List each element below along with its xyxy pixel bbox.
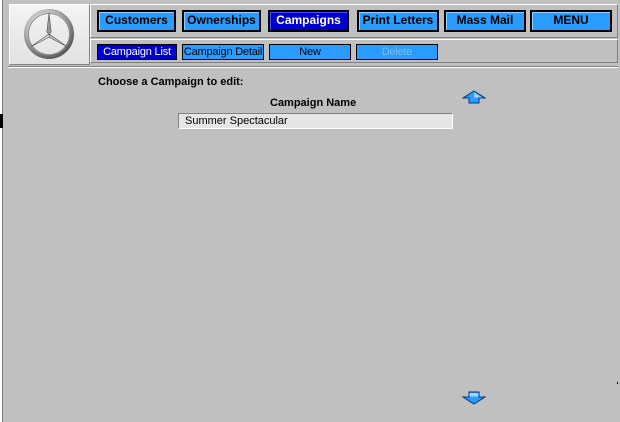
window-left-edge: [0, 0, 3, 422]
arrow-up-icon[interactable]: [462, 90, 486, 104]
logo: [9, 4, 90, 65]
delete-button: Delete: [356, 44, 438, 60]
sub-nav: Campaign List Campaign Detail New Delete: [90, 39, 618, 63]
mercedes-star-icon: [24, 9, 74, 59]
page-prompt: Choose a Campaign to edit:: [98, 76, 244, 88]
tab-mass-mail[interactable]: Mass Mail: [444, 10, 526, 32]
tab-ownerships[interactable]: Ownerships: [182, 10, 261, 32]
header-divider: [8, 66, 618, 68]
tab-print-letters[interactable]: Print Letters: [357, 10, 439, 32]
header: Customers Ownerships Campaigns Print Let…: [8, 3, 618, 65]
new-button[interactable]: New: [269, 44, 351, 60]
campaign-list-item[interactable]: Summer Spectacular: [178, 113, 453, 129]
app-window: Customers Ownerships Campaigns Print Let…: [0, 0, 620, 422]
edge-tick: [617, 382, 618, 384]
subtab-campaign-list[interactable]: Campaign List: [97, 44, 177, 60]
edge-marker: [0, 114, 3, 128]
tab-campaigns[interactable]: Campaigns: [268, 10, 349, 32]
tab-menu[interactable]: MENU: [530, 10, 612, 32]
arrow-down-icon[interactable]: [462, 391, 486, 405]
subtab-campaign-detail[interactable]: Campaign Detail: [182, 44, 264, 60]
main-nav: Customers Ownerships Campaigns Print Let…: [90, 4, 618, 38]
tab-customers[interactable]: Customers: [97, 10, 176, 32]
column-header-campaign-name: Campaign Name: [270, 97, 357, 109]
